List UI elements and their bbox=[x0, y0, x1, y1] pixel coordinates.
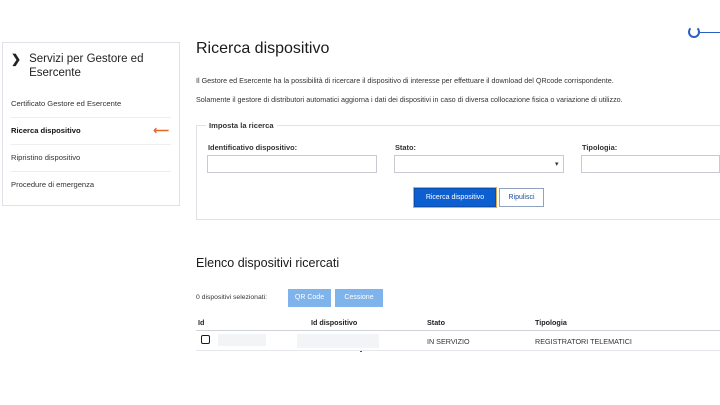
intro-text-2: Solamente il gestore di distributori aut… bbox=[196, 95, 623, 104]
tipologia-input[interactable] bbox=[581, 155, 720, 173]
sidebar-item-procedure[interactable]: Procedure di emergenza bbox=[11, 172, 171, 198]
sidebar-item-ripristino[interactable]: Ripristino dispositivo bbox=[11, 145, 171, 172]
sidebar-item-label: Certificato Gestore ed Esercente bbox=[11, 99, 122, 108]
sidebar: ❯ Servizi per Gestore ed Esercente Certi… bbox=[2, 42, 180, 206]
cell-stato: IN SERVIZIO bbox=[427, 337, 470, 346]
row-checkbox[interactable] bbox=[201, 335, 210, 344]
arrow-left-icon: ⟵ bbox=[153, 125, 169, 137]
sidebar-title-label: Servizi per Gestore ed Esercente bbox=[29, 53, 144, 79]
sidebar-title[interactable]: ❯ Servizi per Gestore ed Esercente bbox=[3, 43, 179, 83]
intro-text-1: Il Gestore ed Esercente ha la possibilit… bbox=[196, 76, 614, 85]
cell-tipologia: REGISTRATORI TELEMATICI bbox=[535, 337, 632, 346]
id-dispositivo-label: Identificativo dispositivo: bbox=[208, 143, 298, 152]
redacted-id bbox=[218, 334, 266, 346]
table-header-divider bbox=[196, 330, 720, 331]
chevron-right-icon: ❯ bbox=[11, 52, 22, 66]
column-header-tipologia[interactable]: Tipologia bbox=[535, 318, 567, 327]
cessione-button[interactable]: Cessione bbox=[335, 289, 383, 307]
sidebar-item-ricerca[interactable]: Ricerca dispositivo ⟵ bbox=[11, 118, 171, 145]
column-header-stato[interactable]: Stato bbox=[427, 318, 445, 327]
sidebar-item-label: Ricerca dispositivo bbox=[11, 126, 81, 135]
dropdown-arrow-icon: ▾ bbox=[555, 161, 559, 168]
table-row-divider bbox=[196, 350, 720, 351]
stato-select[interactable] bbox=[394, 155, 564, 173]
id-dispositivo-input[interactable] bbox=[207, 155, 377, 173]
results-title: Elenco dispositivi ricercati bbox=[196, 256, 340, 270]
sidebar-item-certificato[interactable]: Certificato Gestore ed Esercente bbox=[11, 91, 171, 118]
stato-label: Stato: bbox=[395, 143, 416, 152]
tipologia-label: Tipologia: bbox=[582, 143, 618, 152]
search-button[interactable]: Ricerca dispositivo bbox=[414, 188, 496, 207]
selected-count: 0 dispositivi selezionati: bbox=[196, 294, 268, 301]
sidebar-item-label: Ripristino dispositivo bbox=[11, 153, 81, 162]
column-header-id-dispositivo[interactable]: Id dispositivo bbox=[311, 318, 357, 327]
search-legend: Imposta la ricerca bbox=[206, 121, 277, 130]
sidebar-item-label: Procedure di emergenza bbox=[11, 180, 95, 189]
column-header-id[interactable]: Id bbox=[198, 318, 204, 327]
redacted-id-dispositivo bbox=[297, 334, 379, 348]
qr-code-button[interactable]: QR Code bbox=[288, 289, 331, 307]
logo-fragment bbox=[688, 24, 720, 38]
page-title: Ricerca dispositivo bbox=[196, 40, 330, 57]
reset-button[interactable]: Ripulisci bbox=[499, 188, 544, 207]
